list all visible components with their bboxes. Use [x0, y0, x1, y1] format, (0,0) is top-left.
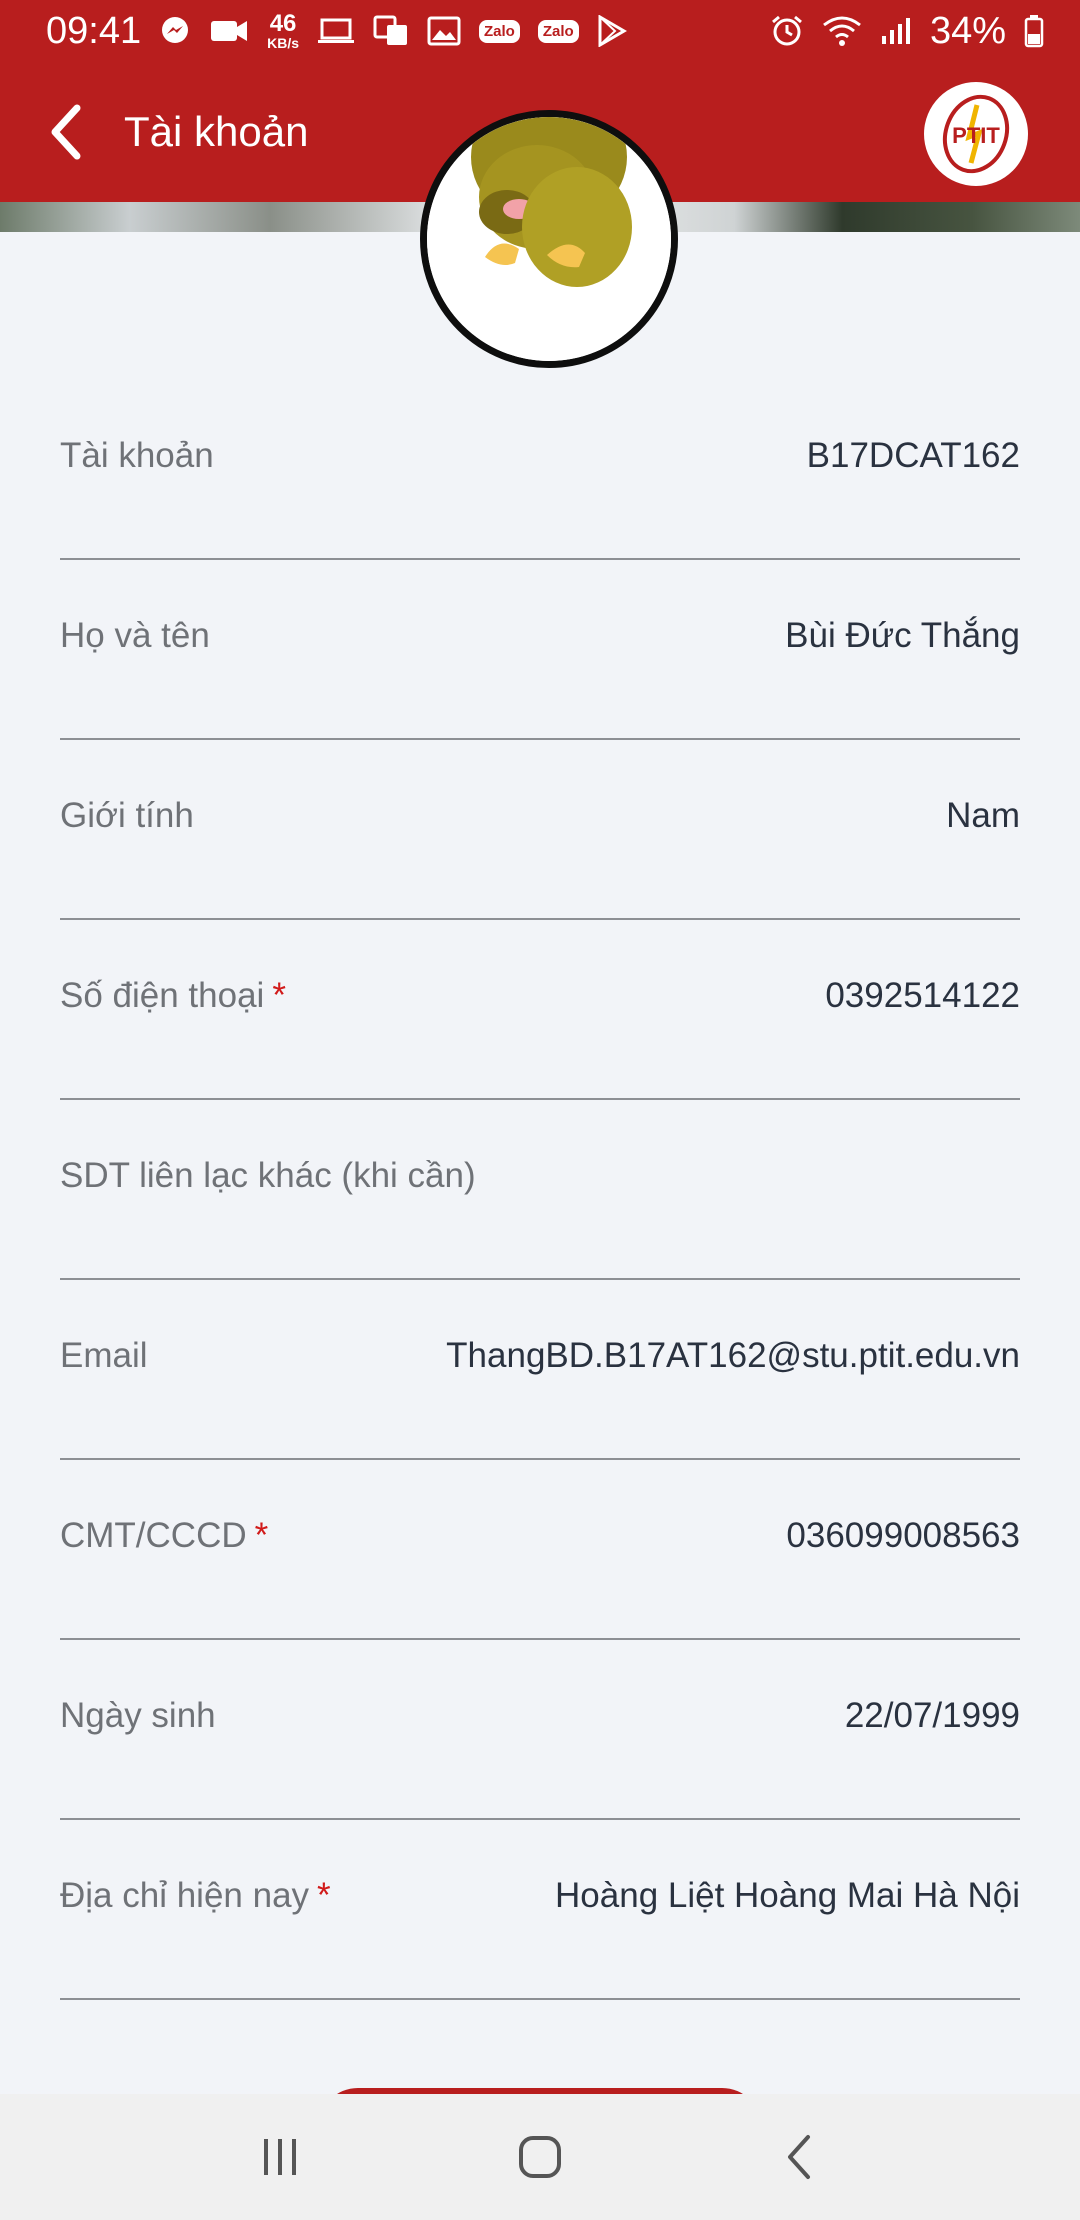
page-title: Tài khoản [124, 108, 309, 155]
field-value: Bùi Đức Thắng [785, 616, 1020, 655]
field-label: Email [60, 1336, 148, 1376]
required-mark: * [272, 976, 286, 1015]
field-label: Giới tính [60, 796, 194, 836]
status-right: 34% [770, 10, 1044, 53]
label-text: Địa chỉ hiện nay [60, 1876, 310, 1915]
status-time: 09:41 [46, 9, 142, 52]
field-address[interactable]: Địa chỉ hiện nay * Hoàng Liệt Hoàng Mai H… [60, 1820, 1020, 2000]
field-value: B17DCAT162 [806, 436, 1020, 475]
field-value: ThangBD.B17AT162@stu.ptit.edu.vn [446, 1336, 1020, 1375]
field-value: Nam [946, 796, 1020, 835]
home-icon [519, 2136, 561, 2178]
field-label: Ngày sinh [60, 1696, 216, 1736]
messenger-icon [159, 15, 191, 47]
translate-icon [373, 15, 409, 47]
wifi-icon [822, 15, 862, 47]
battery-icon [1024, 14, 1044, 48]
field-phone[interactable]: Số điện thoại * 0392514122 [60, 920, 1020, 1100]
chevron-left-icon [788, 2135, 810, 2179]
label-text: Email [60, 1336, 148, 1375]
laptop-icon [317, 17, 355, 45]
zalo-icon: Zalo [479, 19, 520, 43]
alarm-icon [770, 14, 804, 48]
field-label: Tài khoản [60, 436, 214, 476]
label-text: Số điện thoại [60, 976, 265, 1015]
label-text: SDT liên lạc khác (khi cần) [60, 1156, 476, 1195]
field-value: 22/07/1999 [844, 1696, 1020, 1735]
recent-apps-icon [264, 2139, 296, 2175]
required-mark: * [317, 1876, 331, 1915]
label-text: Ngày sinh [60, 1696, 216, 1735]
system-back-button[interactable] [760, 2117, 840, 2197]
status-left: 09:41 46 KB/s Zalo Zalo [46, 10, 627, 53]
label-text: Họ và tên [60, 616, 210, 655]
field-gender[interactable]: Giới tính Nam [60, 740, 1020, 920]
logo-text: PTIT [952, 123, 1000, 148]
video-icon [209, 17, 249, 45]
play-store-icon [597, 15, 627, 47]
field-email[interactable]: Email ThangBD.B17AT162@stu.ptit.edu.vn [60, 1280, 1020, 1460]
ptit-logo: PTIT [924, 82, 1028, 186]
status-bar: 09:41 46 KB/s Zalo Zalo 34% [0, 0, 1080, 62]
field-alt-phone[interactable]: SDT liên lạc khác (khi cần) [60, 1100, 1020, 1280]
zalo-icon: Zalo [537, 19, 579, 43]
label-text: Tài khoản [60, 436, 214, 475]
label-text: CMT/CCCD [60, 1516, 247, 1555]
chevron-left-icon [51, 104, 81, 160]
home-button[interactable] [500, 2117, 580, 2197]
net-speed-unit: KB/s [267, 35, 299, 51]
field-label: Họ và tên [60, 616, 210, 656]
net-speed-value: 46 [269, 10, 297, 37]
field-label: SDT liên lạc khác (khi cần) [60, 1156, 476, 1196]
field-label: Địa chỉ hiện nay * [60, 1876, 331, 1916]
recent-apps-button[interactable] [240, 2117, 320, 2197]
battery-percent: 34% [929, 9, 1006, 52]
gallery-icon [427, 16, 461, 46]
field-full-name[interactable]: Họ và tên Bùi Đức Thắng [60, 560, 1020, 740]
field-value: Hoàng Liệt Hoàng Mai Hà Nội [555, 1876, 1020, 1915]
net-speed: 46 KB/s [267, 10, 299, 51]
field-label: CMT/CCCD * [60, 1516, 268, 1556]
system-nav-bar [0, 2094, 1080, 2220]
field-value: 036099008563 [786, 1516, 1020, 1555]
account-form: Tài khoản B17DCAT162 Họ và tên Bùi Đức T… [60, 380, 1020, 2000]
required-mark: * [254, 1516, 269, 1555]
back-button[interactable] [0, 62, 130, 202]
avatar[interactable] [420, 110, 678, 368]
signal-icon [880, 16, 912, 46]
field-id-card[interactable]: CMT/CCCD * 036099008563 [60, 1460, 1020, 1640]
label-text: Giới tính [60, 796, 194, 835]
field-account[interactable]: Tài khoản B17DCAT162 [60, 380, 1020, 560]
field-value: 0392514122 [825, 976, 1020, 1015]
field-birth-date[interactable]: Ngày sinh 22/07/1999 [60, 1640, 1020, 1820]
field-label: Số điện thoại * [60, 976, 286, 1016]
